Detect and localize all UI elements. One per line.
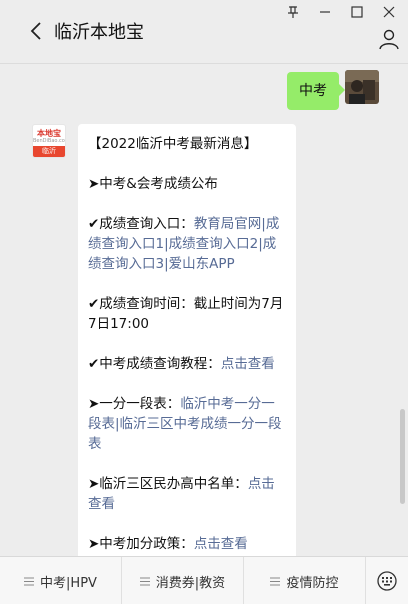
bottom-menu: 中考|HPV 消费券|教资 疫情防控 [0, 556, 408, 604]
menu-item-label: 中考|HPV [40, 575, 97, 591]
score-table-label: ➤一分一段表： [88, 396, 181, 412]
bonus-label: ➤中考加分政策： [88, 536, 194, 552]
menu-lines-icon [24, 577, 35, 585]
tutorial-line: ✔中考成绩查询教程：点击查看 [88, 354, 286, 374]
score-table-link[interactable]: 临沂中考一分一 [180, 396, 275, 412]
avatar-brand-sub: BenDiBao.com [33, 138, 66, 144]
avatar-city-tag: 临沂 [33, 146, 65, 157]
chat-area: 中考 本地宝 BenDiBao.com 临沂 【2022临沂中考最新消息】 ➤中… [0, 64, 408, 556]
menu-item-label: 疫情防控 [286, 575, 339, 591]
private-list-label: ➤临沂三区民办高中名单： [88, 476, 248, 492]
user-icon[interactable] [378, 28, 400, 50]
private-list-link[interactable]: 点击 [248, 476, 275, 492]
query-entry-link[interactable]: 教育局官网|成 [194, 216, 280, 232]
menu-item-exam-hpv[interactable]: 中考|HPV [0, 557, 122, 604]
menu-item-label: 消费券|教资 [155, 575, 226, 591]
private-list-line1: ➤临沂三区民办高中名单：点击 [88, 474, 286, 494]
bot-avatar[interactable]: 本地宝 BenDiBao.com 临沂 [32, 124, 66, 158]
chat-title: 临沂本地宝 [54, 22, 144, 43]
keyboard-toggle[interactable] [366, 557, 408, 604]
maximize-icon[interactable] [346, 3, 368, 21]
query-entry-link[interactable]: 绩查询入口3|爱山东APP [88, 254, 286, 274]
chevron-left-icon[interactable] [26, 20, 48, 42]
score-table-line1: ➤一分一段表：临沂中考一分一 [88, 394, 286, 414]
query-entry-label: ✔成绩查询入口： [88, 216, 194, 232]
score-table-link[interactable]: 表 [88, 434, 286, 454]
bonus-line: ➤中考加分政策：点击查看 [88, 534, 286, 554]
menu-lines-icon [270, 577, 281, 585]
keyboard-icon [377, 571, 397, 591]
menu-lines-icon [139, 577, 150, 585]
outgoing-message[interactable]: 中考 [287, 72, 345, 110]
self-avatar[interactable] [345, 70, 379, 104]
message-title: 【2022临沂中考最新消息】 [88, 136, 258, 152]
bonus-link[interactable]: 点击查看 [194, 536, 248, 552]
chat-scrollbar[interactable] [400, 409, 405, 504]
close-icon[interactable] [378, 3, 400, 21]
title-bar: 临沂本地宝 [0, 0, 408, 64]
menu-item-voucher-teacher[interactable]: 消费券|教资 [122, 557, 244, 604]
tutorial-label: ✔中考成绩查询教程： [88, 356, 221, 372]
minimize-icon[interactable] [314, 3, 336, 21]
query-entry-line1: ✔成绩查询入口：教育局官网|成 [88, 214, 286, 234]
tutorial-link[interactable]: 点击查看 [221, 356, 275, 372]
score-table-link[interactable]: 段表|临沂三区中考成绩一分一段 [88, 414, 286, 434]
pin-icon[interactable] [282, 3, 304, 21]
query-time-line1: ✔成绩查询时间：截止时间为7月 [88, 296, 284, 312]
menu-item-epidemic[interactable]: 疫情防控 [244, 557, 366, 604]
private-list-link[interactable]: 查看 [88, 494, 286, 514]
query-entry-link[interactable]: 绩查询入口1|成绩查询入口2|成 [88, 234, 286, 254]
query-time-line2: 7日17:00 [88, 316, 149, 332]
incoming-message: 【2022临沂中考最新消息】 ➤中考&会考成绩公布 ✔成绩查询入口：教育局官网|… [78, 124, 296, 556]
section-score-release: ➤中考&会考成绩公布 [88, 176, 218, 192]
